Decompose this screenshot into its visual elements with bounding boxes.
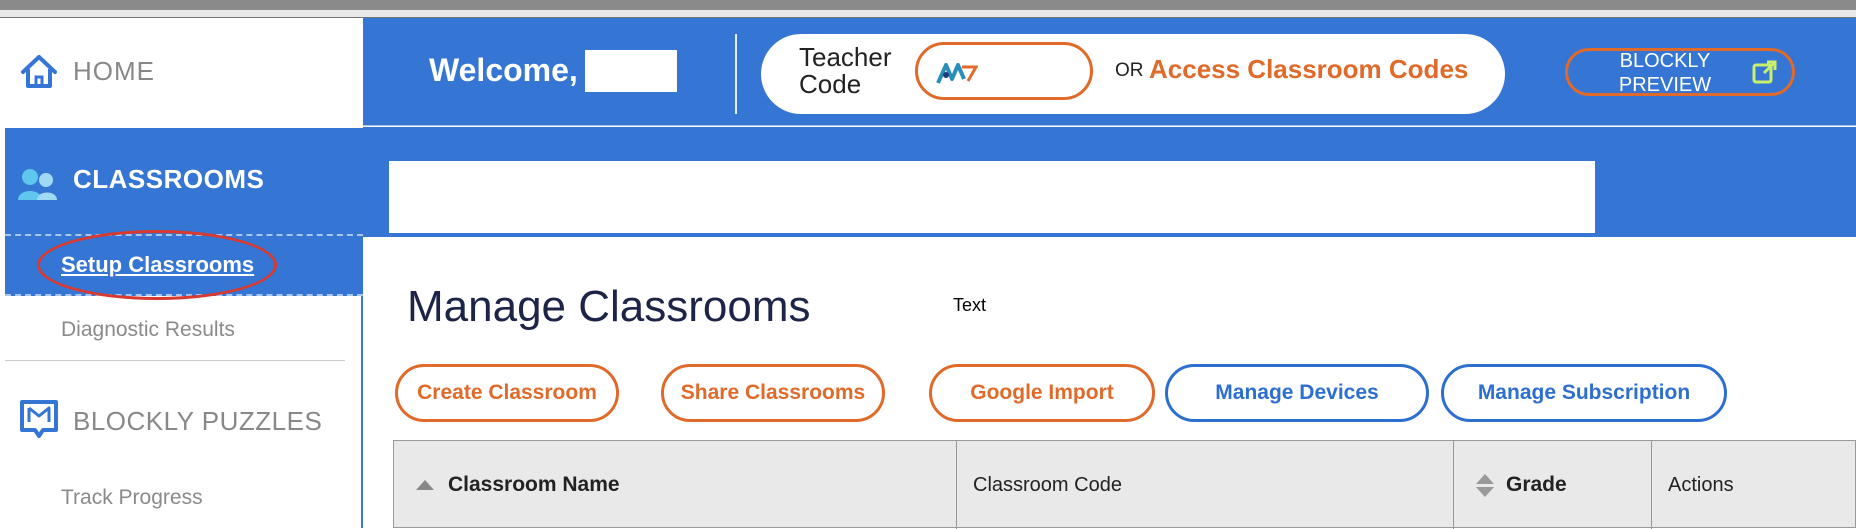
sort-icon xyxy=(1476,473,1494,497)
or-text: OR xyxy=(1115,60,1144,81)
sidebar-item-classrooms[interactable]: CLASSROOMS xyxy=(5,128,363,234)
access-classroom-codes-link[interactable]: Access Classroom Codes xyxy=(1149,54,1468,85)
teacher-code-label: Teacher Code xyxy=(799,44,892,98)
manage-subscription-button[interactable]: Manage Subscription xyxy=(1441,364,1727,422)
blockly-preview-line1: BLOCKLY xyxy=(1619,50,1711,72)
column-header-label: Classroom Code xyxy=(973,473,1122,496)
page-title: Manage Classrooms xyxy=(407,282,811,331)
users-icon xyxy=(18,169,57,200)
teacher-code-panel: Teacher Code OR Access Classroom Codes xyxy=(761,34,1505,114)
column-header-classroom-name[interactable]: Classroom Name xyxy=(394,441,957,529)
text-label: Text xyxy=(953,295,987,315)
column-header-label: Classroom Name xyxy=(448,473,620,496)
manage-devices-button[interactable]: Manage Devices xyxy=(1165,364,1429,422)
teacher-code-label-line1: Teacher xyxy=(799,42,892,72)
username-redacted xyxy=(585,50,677,92)
column-header-actions: Actions xyxy=(1652,441,1856,529)
welcome-text: Welcome, xyxy=(429,52,578,88)
header-divider xyxy=(735,34,737,114)
sidebar-item-track-progress[interactable]: Track Progress xyxy=(61,486,203,510)
banner-redacted-box xyxy=(389,161,1595,233)
create-classroom-button[interactable]: Create Classroom xyxy=(395,364,619,422)
header-bar: Welcome, Teacher Code OR Access Classroo… xyxy=(363,18,1856,126)
column-header-label: Grade xyxy=(1506,473,1567,496)
blockly-preview-button[interactable]: BLOCKLY PREVIEW xyxy=(1565,48,1795,96)
blockly-preview-line2: PREVIEW xyxy=(1618,74,1712,96)
external-link-icon xyxy=(1752,60,1777,84)
browser-top-strip xyxy=(0,10,1856,18)
sidebar-item-setup-classrooms[interactable]: Setup Classrooms xyxy=(5,230,363,300)
highlight-annotation-oval xyxy=(37,230,277,300)
sort-ascending-icon xyxy=(416,480,434,490)
teacher-code-label-line2: Code xyxy=(799,69,862,99)
sidebar: HOME CLASSROOMS Setup Classrooms Diagnos… xyxy=(5,18,363,528)
sidebar-item-label: HOME xyxy=(73,56,155,86)
sidebar-item-home[interactable]: HOME xyxy=(5,18,363,128)
sidebar-item-blockly-puzzles[interactable]: BLOCKLY PUZZLES xyxy=(5,386,363,456)
home-icon xyxy=(21,55,57,88)
sidebar-item-label: BLOCKLY PUZZLES xyxy=(73,406,323,436)
share-classrooms-button[interactable]: Share Classrooms xyxy=(661,364,885,422)
column-header-label: Actions xyxy=(1668,473,1734,496)
column-header-grade[interactable]: Grade xyxy=(1454,441,1652,529)
brand-logo-icon xyxy=(936,63,978,84)
sidebar-item-label: CLASSROOMS xyxy=(73,164,265,194)
teacher-code-field[interactable] xyxy=(915,42,1093,100)
google-import-button[interactable]: Google Import xyxy=(929,364,1155,422)
sidebar-item-diagnostic-results[interactable]: Diagnostic Results xyxy=(61,318,235,342)
browser-top-bar xyxy=(0,0,1856,10)
banner-area xyxy=(363,127,1856,237)
table-header: Classroom Name Classroom Code Grade Acti… xyxy=(393,440,1856,529)
main-content: Manage Classrooms Text Create Classroom … xyxy=(363,237,1856,529)
sidebar-divider xyxy=(5,360,345,361)
puzzle-book-icon xyxy=(20,400,58,438)
column-header-classroom-code: Classroom Code xyxy=(957,441,1454,529)
blockly-preview-label: BLOCKLY PREVIEW xyxy=(1610,49,1720,97)
